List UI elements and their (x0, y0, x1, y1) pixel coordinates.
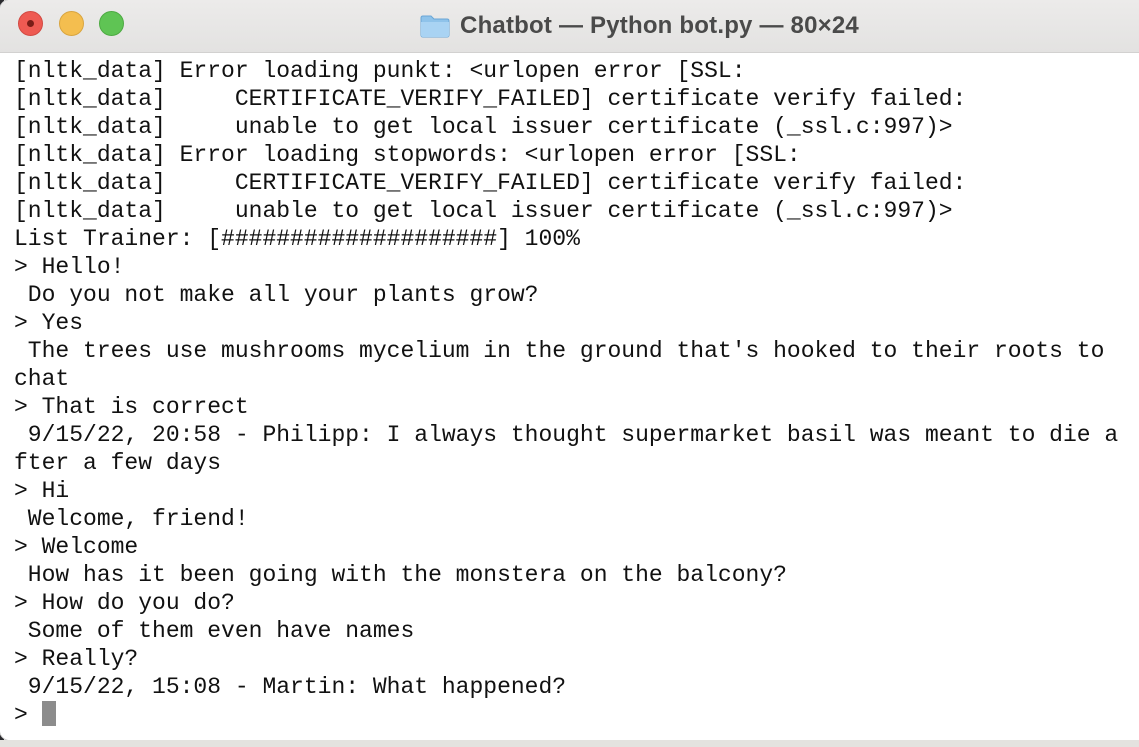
terminal-line: Welcome, friend! (14, 506, 249, 532)
terminal-line: 9/15/22, 15:08 - Martin: What happened? (14, 674, 567, 700)
terminal-line: 9/15/22, 20:58 - Philipp: I always thoug… (14, 422, 1119, 448)
terminal-line: [nltk_data] Error loading punkt: <urlope… (14, 58, 746, 84)
terminal-line: Some of them even have names (14, 618, 415, 644)
terminal-line: [nltk_data] CERTIFICATE_VERIFY_FAILED] c… (14, 170, 967, 196)
window-title: Chatbot — Python bot.py — 80×24 (460, 12, 859, 39)
terminal-line: > How do you do? (14, 590, 235, 616)
title-bar[interactable]: Chatbot — Python bot.py — 80×24 (0, 0, 1139, 53)
terminal-window: Chatbot — Python bot.py — 80×24 [nltk_da… (0, 0, 1139, 740)
terminal-line: How has it been going with the monstera … (14, 562, 787, 588)
terminal-output[interactable]: [nltk_data] Error loading punkt: <urlope… (0, 53, 1139, 740)
terminal-line: fter a few days (14, 450, 222, 476)
terminal-line: Do you not make all your plants grow? (14, 282, 539, 308)
prompt-line[interactable]: > (14, 701, 1139, 729)
text-cursor (41, 701, 56, 726)
terminal-line: > That is correct (14, 394, 249, 420)
terminal-line: > Hello! (14, 254, 125, 280)
terminal-line: [nltk_data] unable to get local issuer c… (14, 114, 953, 140)
terminal-line: The trees use mushrooms mycelium in the … (14, 338, 1105, 364)
prompt-symbol: > (14, 702, 42, 728)
terminal-line: [nltk_data] CERTIFICATE_VERIFY_FAILED] c… (14, 86, 967, 112)
terminal-line: [nltk_data] Error loading stopwords: <ur… (14, 142, 801, 168)
desktop-background (0, 740, 1139, 747)
terminal-line: > Welcome (14, 534, 139, 560)
terminal-line: > Yes (14, 310, 84, 336)
terminal-line: chat (14, 366, 70, 392)
terminal-line: > Really? (14, 646, 139, 672)
terminal-line: List Trainer: [####################] 100… (14, 226, 580, 252)
folder-icon (420, 14, 450, 38)
terminal-line: > Hi (14, 478, 70, 504)
terminal-line: [nltk_data] unable to get local issuer c… (14, 198, 953, 224)
window-title-area: Chatbot — Python bot.py — 80×24 (0, 0, 1139, 52)
